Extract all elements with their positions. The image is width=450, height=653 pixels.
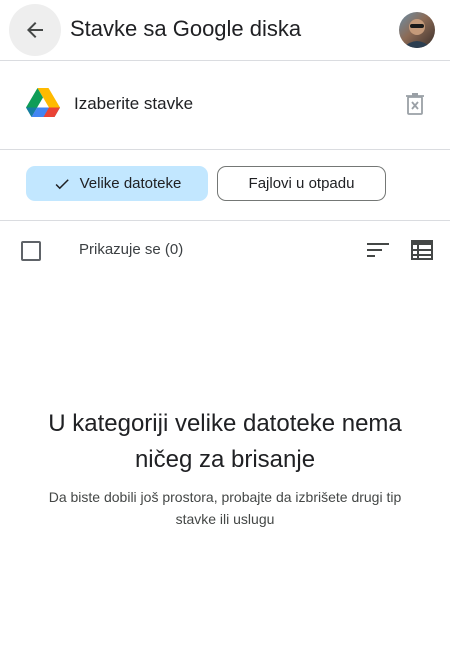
avatar[interactable] xyxy=(399,12,435,48)
source-label: Izaberite stavke xyxy=(74,94,194,113)
google-drive-logo-icon xyxy=(26,88,60,117)
user-avatar-icon xyxy=(403,19,431,48)
empty-state-title: U kategoriji velike datoteke nema ničeg … xyxy=(0,406,450,478)
divider xyxy=(0,149,450,150)
filter-chip-large-files[interactable]: Velike datoteke xyxy=(26,166,208,201)
sort-icon[interactable] xyxy=(367,242,389,258)
source-row: Izaberite stavke xyxy=(0,61,450,149)
empty-state-title-line: ničeg za brisanje xyxy=(134,446,316,473)
list-header: Prikazuje se (0) xyxy=(0,221,450,279)
check-icon xyxy=(55,178,69,189)
page-title: Stavke sa Google diska xyxy=(70,16,302,41)
app-bar: Stavke sa Google diska xyxy=(0,0,450,60)
empty-state-subtitle: Da biste dobili još prostora, probajte d… xyxy=(0,486,450,530)
empty-state-title-line: U kategoriji velike datoteke nema xyxy=(48,410,402,437)
list-view-icon[interactable] xyxy=(411,240,433,260)
item-count-label: Prikazuje se (0) xyxy=(79,241,184,258)
filter-chip-trash-files[interactable]: Fajlovi u otpadu xyxy=(217,166,386,201)
clear-trash-icon[interactable] xyxy=(404,92,426,116)
select-all-checkbox[interactable] xyxy=(21,241,41,261)
filter-chip-label: Velike datoteke xyxy=(79,175,182,192)
filter-chip-label: Fajlovi u otpadu xyxy=(248,175,355,192)
empty-state-subtitle-line: stavke ili uslugu xyxy=(175,511,275,527)
empty-state-subtitle-line: Da biste dobili još prostora, probajte d… xyxy=(48,489,402,505)
back-button[interactable] xyxy=(9,4,61,56)
arrow-left-icon xyxy=(27,22,43,38)
